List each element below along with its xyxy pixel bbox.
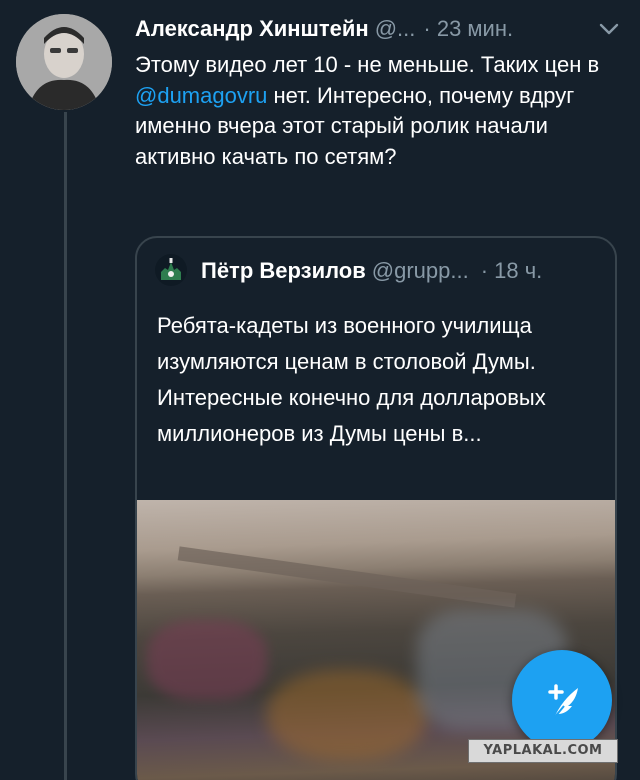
tweet-time[interactable]: · 23 мин. [423,16,513,42]
quoted-author-handle[interactable]: @grupp... [372,258,469,284]
quoted-time[interactable]: · 18 ч. [481,258,543,284]
tweet-thread-page: Александр Хинштейн @... · 23 мин. Этому … [0,0,640,780]
author-photo [16,14,112,110]
tweet-header: Александр Хинштейн @... · 23 мин. [135,12,622,46]
avatar[interactable] [16,14,112,110]
quoted-avatar[interactable] [155,254,187,286]
tweet-text: Этому видео лет 10 - не меньше. Таких це… [135,50,625,172]
quoted-header: Пётр Верзилов @grupp... · 18 ч. [201,254,599,288]
chevron-down-icon[interactable] [596,16,622,42]
video-frame-detail [147,620,267,700]
watermark: YAPLAKAL.COM [468,739,618,763]
author-handle[interactable]: @... [375,16,416,42]
compose-tweet-button[interactable] [512,650,612,750]
mention-link[interactable]: @dumagovru [135,83,267,108]
tweet-text-before: Этому видео лет 10 - не меньше. Таких це… [135,52,600,77]
video-frame-detail [177,546,517,608]
quoted-author-name[interactable]: Пётр Верзилов [201,258,366,284]
compose-feather-icon [548,684,578,719]
author-name[interactable]: Александр Хинштейн [135,16,369,42]
quoted-text: Ребята-кадеты из военного училища изумля… [157,313,546,446]
thread-line [64,112,67,780]
video-frame-detail [267,670,427,760]
